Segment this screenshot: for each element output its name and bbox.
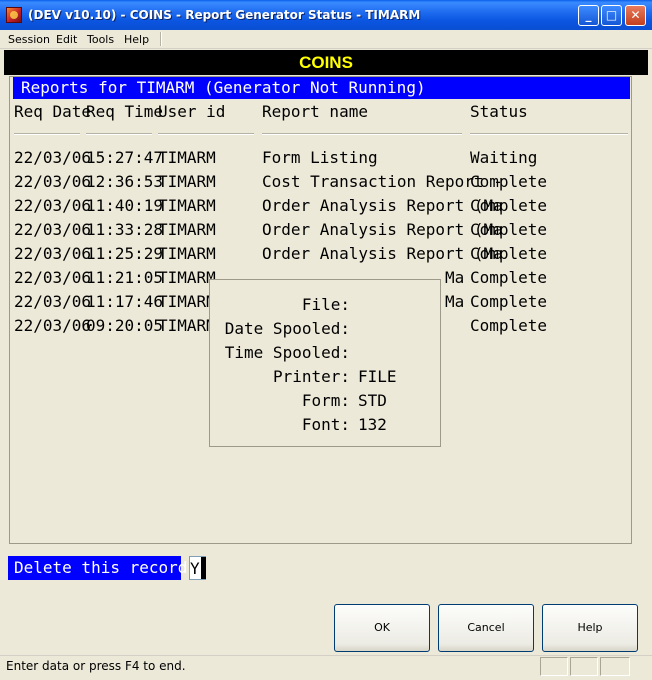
cell-report-name: Order Analysis Report (Ma (262, 220, 503, 239)
close-button[interactable]: ✕ (625, 5, 646, 26)
cell-req-date: 22/03/06 (14, 220, 92, 239)
section-title: Reports for TIMARM (Generator Not Runnin… (13, 77, 630, 99)
cell-status: Complete (470, 292, 548, 311)
column-divider (262, 133, 462, 135)
menu-bar: Session Edit Tools Help (0, 30, 652, 49)
details-printer-value: FILE (358, 367, 397, 386)
cell-status: Complete (470, 244, 548, 263)
details-printer-label: Printer: (272, 367, 350, 386)
status-pane (540, 657, 568, 676)
details-form-label: Form: (301, 391, 350, 410)
cell-user-id: TIMARM (158, 196, 216, 215)
cell-user-id: TIMARM (158, 220, 216, 239)
menu-edit[interactable]: Edit (56, 33, 77, 46)
status-pane (600, 657, 630, 676)
cell-report-name: Cost Transaction Report - (262, 172, 503, 191)
cell-req-time: 11:17:46 (86, 292, 164, 311)
column-header-req-date: Req Date (14, 102, 92, 121)
cell-report-name: Ma (445, 292, 465, 311)
column-divider (158, 133, 254, 135)
details-form-value: STD (358, 391, 387, 410)
cell-report-name: Form Listing (262, 148, 378, 167)
cell-req-time: 12:36:53 (86, 172, 164, 191)
cell-req-date: 22/03/06 (14, 316, 92, 335)
cell-req-date: 22/03/06 (14, 196, 92, 215)
cell-report-name: Order Analysis Report (Ma (262, 244, 503, 263)
cell-status: Waiting (470, 148, 538, 167)
title-bar[interactable]: (DEV v10.10) - COINS - Report Generator … (0, 0, 652, 30)
column-divider (14, 133, 80, 135)
cell-req-time: 11:40:19 (86, 196, 164, 215)
cell-user-id: TIMARM (158, 244, 216, 263)
cell-user-id: TIMARM (158, 292, 216, 311)
cancel-button[interactable]: Cancel (438, 604, 534, 652)
main-window: (DEV v10.10) - COINS - Report Generator … (0, 0, 652, 680)
status-pane (570, 657, 598, 676)
cell-status: Complete (470, 220, 548, 239)
menu-help[interactable]: Help (124, 33, 149, 46)
cell-user-id: TIMARM (158, 148, 216, 167)
cell-status: Complete (470, 196, 548, 215)
column-header-report-name: Report name (262, 102, 368, 121)
cell-req-date: 22/03/06 (14, 292, 92, 311)
cell-req-date: 22/03/06 (14, 172, 92, 191)
cell-req-date: 22/03/06 (14, 268, 92, 287)
details-time-spooled-label: Time Spooled: (224, 343, 350, 362)
help-button[interactable]: Help (542, 604, 638, 652)
cell-report-name: Ma (445, 268, 465, 287)
app-header: COINS (4, 50, 648, 75)
cell-req-date: 22/03/06 (14, 244, 92, 263)
cell-req-time: 11:21:05 (86, 268, 164, 287)
column-divider (86, 133, 152, 135)
column-header-status: Status (470, 102, 528, 121)
cell-report-name: Order Analysis Report (Ma (262, 196, 503, 215)
status-bar: Enter data or press F4 to end. (0, 655, 652, 680)
status-text: Enter data or press F4 to end. (6, 659, 186, 673)
minimize-button[interactable]: _ (578, 5, 599, 26)
column-header-user-id: User id (158, 102, 226, 121)
cell-req-time: 15:27:47 (86, 148, 164, 167)
details-font-label: Font: (301, 415, 350, 434)
cell-req-time: 09:20:05 (86, 316, 164, 335)
cell-req-date: 22/03/06 (14, 148, 92, 167)
text-cursor (201, 557, 206, 579)
column-divider (470, 133, 628, 135)
cell-req-time: 11:25:29 (86, 244, 164, 263)
details-file-label: File: (301, 295, 350, 314)
cell-req-time: 11:33:28 (86, 220, 164, 239)
ok-button[interactable]: OK (334, 604, 430, 652)
menu-divider (160, 32, 162, 46)
cell-status: Complete (470, 316, 548, 335)
report-details-popup: File: Date Spooled: Time Spooled: Printe… (209, 279, 441, 447)
cell-status: Complete (470, 268, 548, 287)
delete-record-prompt: Delete this record : (8, 556, 207, 580)
cell-user-id: TIMARM (158, 316, 216, 335)
maximize-button[interactable]: □ (601, 5, 622, 26)
details-font-value: 132 (358, 415, 387, 434)
cell-user-id: TIMARM (158, 268, 216, 287)
window-title: (DEV v10.10) - COINS - Report Generator … (28, 8, 421, 22)
app-icon[interactable] (6, 7, 22, 23)
cell-status: Complete (470, 172, 548, 191)
cell-user-id: TIMARM (158, 172, 216, 191)
menu-tools[interactable]: Tools (87, 33, 114, 46)
menu-session[interactable]: Session (8, 33, 50, 46)
details-date-spooled-label: Date Spooled: (224, 319, 350, 338)
column-header-req-time: Req Time (86, 102, 164, 121)
